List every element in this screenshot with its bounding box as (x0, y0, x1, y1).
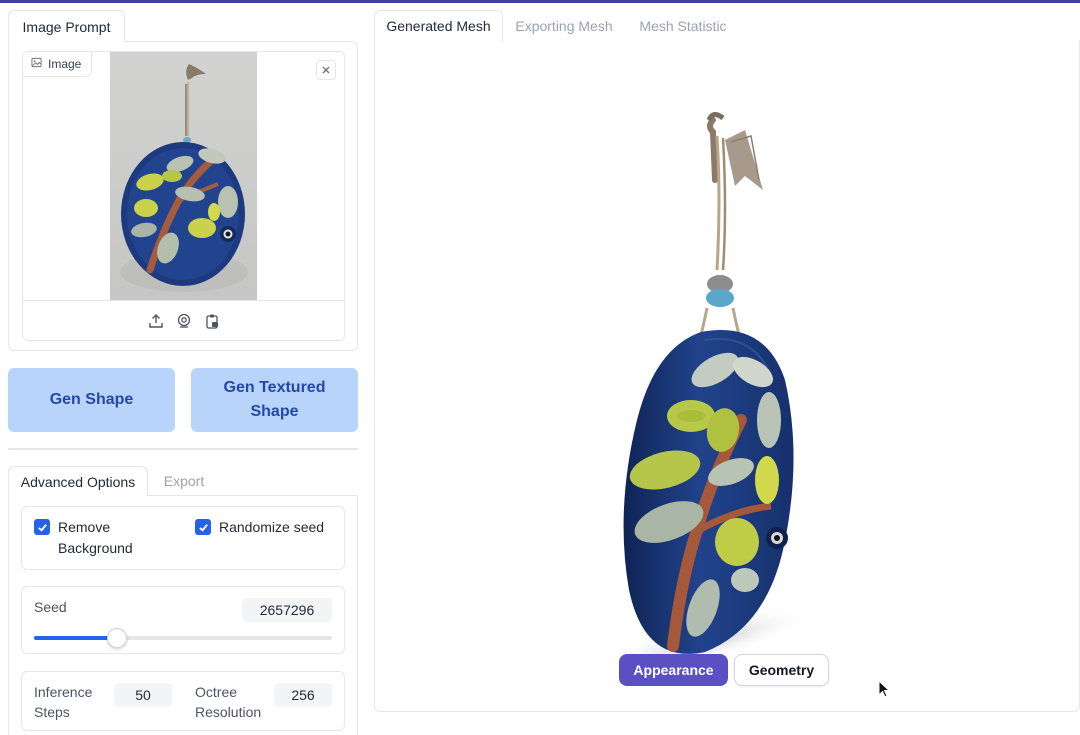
upload-icon[interactable] (147, 312, 165, 330)
checkmark-icon (37, 523, 47, 532)
uploaded-photo (110, 52, 257, 300)
seed-slider-thumb[interactable] (107, 628, 128, 648)
cursor-icon (878, 680, 891, 698)
image-upload-area[interactable]: Image (22, 51, 345, 341)
appearance-button[interactable]: Appearance (619, 654, 728, 686)
gen-textured-shape-button[interactable]: Gen Textured Shape (191, 368, 358, 432)
image-source-divider (23, 300, 344, 301)
tab-advanced-options[interactable]: Advanced Options (8, 466, 148, 496)
randomize-seed-checkbox[interactable] (195, 519, 211, 535)
3d-mesh-viewer[interactable] (374, 40, 1080, 712)
octree-resolution-input[interactable]: 256 (274, 683, 332, 707)
seed-card: Seed 2657296 (21, 586, 345, 654)
image-icon (31, 57, 42, 71)
gen-shape-button[interactable]: Gen Shape (8, 368, 175, 432)
inference-steps-input[interactable]: 50 (114, 683, 172, 707)
randomize-seed-label: Randomize seed (219, 519, 325, 535)
clipboard-icon[interactable] (203, 312, 221, 330)
image-label-text: Image (48, 57, 82, 71)
seed-slider-fill (34, 636, 118, 640)
image-prompt-panel: Image (8, 41, 358, 351)
inference-card: Inference Steps 50 Octree Resolution 256 (21, 671, 345, 731)
remove-background-label: Remove Background (58, 519, 133, 556)
generated-mesh-model[interactable] (595, 80, 855, 680)
section-separator (8, 448, 358, 450)
top-accent-bar (0, 0, 1080, 3)
octree-resolution-label: Octree Resolution (195, 684, 262, 720)
image-source-buttons (23, 312, 344, 330)
checkbox-card: Remove Background Randomize seed (21, 506, 345, 570)
remove-background-checkbox[interactable] (34, 519, 50, 535)
inference-steps-label: Inference Steps (34, 684, 93, 720)
mesh-output-panel: Generated Mesh Exporting Mesh Mesh Stati… (374, 10, 1080, 712)
tab-exporting-mesh[interactable]: Exporting Mesh (503, 10, 625, 41)
checkmark-icon (198, 523, 208, 532)
seed-label: Seed (34, 599, 67, 615)
geometry-button[interactable]: Geometry (734, 654, 829, 686)
webcam-icon[interactable] (175, 312, 193, 330)
tab-export[interactable]: Export (148, 466, 220, 496)
close-image-button[interactable] (316, 60, 336, 80)
tab-image-prompt[interactable]: Image Prompt (8, 10, 125, 42)
tab-generated-mesh[interactable]: Generated Mesh (374, 10, 503, 41)
close-icon (322, 66, 330, 74)
image-label-chip: Image (23, 52, 93, 77)
tab-mesh-statistic[interactable]: Mesh Statistic (629, 10, 737, 41)
seed-slider[interactable] (34, 628, 332, 648)
seed-input[interactable]: 2657296 (242, 598, 332, 622)
remove-background-option[interactable]: Remove Background (34, 517, 164, 559)
randomize-seed-option[interactable]: Randomize seed (195, 517, 324, 538)
